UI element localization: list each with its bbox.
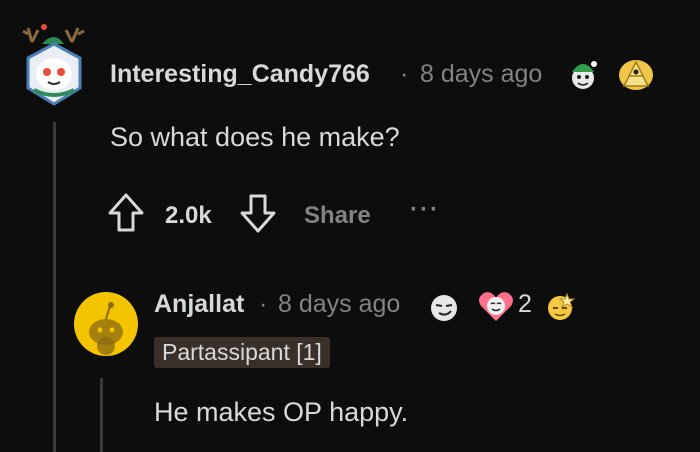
starry-award-icon[interactable] (541, 288, 579, 324)
comment-timestamp[interactable]: 8 days ago (278, 290, 400, 319)
avatar[interactable] (20, 22, 88, 106)
snoo-avatar-icon (74, 292, 138, 356)
vote-count: 2.0k (165, 202, 212, 229)
smirk-award-icon[interactable] (427, 290, 461, 324)
upvote-icon[interactable] (106, 192, 146, 234)
more-options-button[interactable]: ··· (410, 196, 440, 224)
downvote-icon[interactable] (238, 192, 278, 234)
comment-author[interactable]: Anjallat (154, 290, 244, 319)
user-flair: Partassipant [1] (154, 337, 330, 368)
meta-separator: · (400, 60, 409, 88)
award-count: 2 (518, 290, 532, 318)
share-button[interactable]: Share (304, 202, 371, 230)
comment-author[interactable]: Interesting_Candy766 (110, 60, 370, 89)
thread-line-2[interactable] (100, 378, 103, 452)
deer-avatar-icon (22, 24, 85, 106)
triangle-award-icon[interactable] (618, 58, 654, 92)
meta-separator: · (259, 290, 268, 318)
comment-body: He makes OP happy. (154, 397, 409, 427)
avatar[interactable] (74, 292, 138, 356)
elf-hat-award-icon[interactable] (566, 58, 600, 92)
comment-timestamp[interactable]: 8 days ago (420, 60, 542, 89)
comment-body: So what does he make? (110, 122, 400, 152)
heart-eyes-award-icon[interactable] (476, 288, 516, 324)
thread-line-1[interactable] (53, 122, 56, 452)
